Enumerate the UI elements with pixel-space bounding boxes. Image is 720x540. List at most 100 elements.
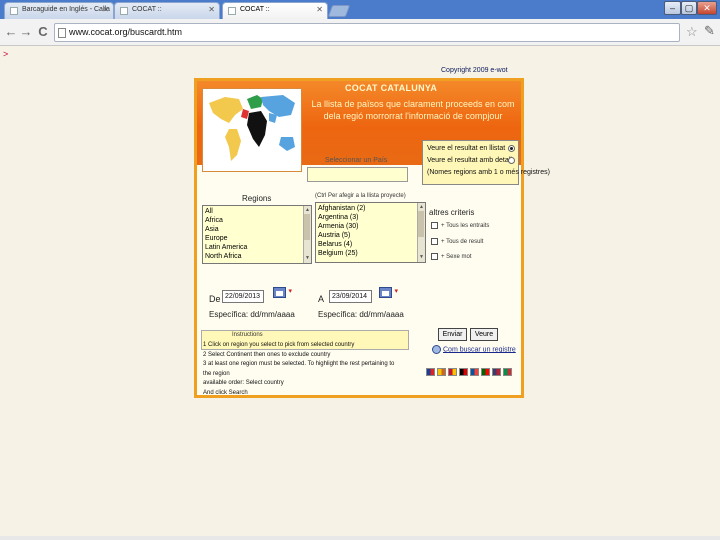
result-options-box: Veure el resultat en llistat Veure el re… bbox=[422, 140, 550, 185]
instruction-line: available order: Select country bbox=[203, 380, 284, 386]
minimize-button[interactable]: – bbox=[664, 1, 681, 15]
help-globe-icon bbox=[432, 345, 441, 354]
instruction-line: 1 Click on region you select to pick fro… bbox=[203, 342, 355, 348]
radio-detail-label: Veure el resultat amb detall bbox=[427, 157, 512, 164]
tab-cocat-2[interactable]: COCAT :: ✕ bbox=[222, 2, 328, 19]
search-button[interactable]: Enviar bbox=[438, 328, 467, 341]
list-item[interactable]: Austria (5) bbox=[318, 231, 423, 240]
flag-germany-icon[interactable] bbox=[459, 368, 468, 376]
new-tab-button[interactable] bbox=[327, 5, 351, 17]
page-icon bbox=[58, 28, 66, 38]
address-bar[interactable]: www.cocat.org/buscardt.htm bbox=[54, 23, 680, 42]
tab-label: Barcaguide en Inglés - Calla bbox=[22, 6, 110, 13]
maximize-button[interactable]: ▢ bbox=[681, 1, 697, 15]
checkbox-row[interactable]: + Tous les entraits bbox=[431, 222, 489, 229]
checkbox[interactable] bbox=[431, 222, 438, 229]
select-country-input[interactable] bbox=[307, 167, 408, 182]
panel-subtitle: La llista de països que clarament procee… bbox=[311, 99, 515, 121]
instruction-line: And click Search bbox=[203, 389, 248, 396]
instruction-line: 3 at least one region must be selected. … bbox=[203, 361, 395, 377]
checkbox-label: + Sexe mot bbox=[441, 254, 472, 261]
flag-spain-icon[interactable] bbox=[448, 368, 457, 376]
checkbox-label: + Tous les entraits bbox=[441, 223, 490, 230]
tab-cocat-1[interactable]: COCAT :: ✕ bbox=[114, 2, 220, 19]
instructions-text: 1 Click on region you select to pick fro… bbox=[203, 341, 403, 398]
browser-toolbar: ← → C www.cocat.org/buscardt.htm ☆ ✎ bbox=[0, 19, 720, 46]
flag-france-icon[interactable] bbox=[470, 368, 479, 376]
instruction-line: 2 Select Continent then ones to exclude … bbox=[203, 351, 331, 358]
tab-close-icon[interactable]: ✕ bbox=[316, 5, 323, 14]
countries-listbox[interactable]: Afghanistan (2) Argentina (3) Armenia (3… bbox=[315, 202, 426, 263]
url-text: www.cocat.org/buscardt.htm bbox=[69, 27, 183, 37]
radio-list-option[interactable]: Veure el resultat en llistat bbox=[427, 143, 518, 155]
scrollbar-thumb[interactable] bbox=[304, 214, 310, 240]
panel-title: COCAT CATALUNYA bbox=[345, 83, 438, 93]
tab-close-icon[interactable]: ✕ bbox=[102, 5, 109, 14]
scrollbar-thumb[interactable] bbox=[418, 211, 424, 237]
radio-detail-option[interactable]: Veure el resultat amb detall bbox=[427, 155, 518, 167]
regions-label: Regions bbox=[242, 194, 272, 203]
tab-close-icon[interactable]: ✕ bbox=[208, 5, 215, 14]
page-favicon-icon bbox=[10, 7, 18, 15]
browser-titlebar: Barcaguide en Inglés - Calla ✕ COCAT :: … bbox=[0, 0, 720, 19]
calendar-to-icon[interactable] bbox=[379, 287, 398, 298]
page-favicon-icon bbox=[228, 7, 236, 15]
list-item[interactable]: Afghanistan (2) bbox=[318, 204, 423, 213]
flag-portugal-icon[interactable] bbox=[481, 368, 490, 376]
radio-list-selected[interactable] bbox=[508, 145, 515, 152]
tab-label: COCAT :: bbox=[240, 6, 270, 13]
list-item[interactable]: All bbox=[205, 207, 309, 216]
tab-label: COCAT :: bbox=[132, 6, 162, 13]
from-date-input[interactable]: 22/09/2013 bbox=[222, 290, 264, 303]
to-date-label: A bbox=[318, 294, 325, 304]
close-window-button[interactable]: ✕ bbox=[697, 1, 717, 15]
checkbox[interactable] bbox=[431, 238, 438, 245]
checkbox-row[interactable]: + Tous de result bbox=[431, 238, 483, 245]
how-to-search-link[interactable]: Com buscar un registre bbox=[432, 345, 516, 354]
tab-barcaguide[interactable]: Barcaguide en Inglés - Calla ✕ bbox=[4, 2, 114, 19]
list-item[interactable]: Asia bbox=[205, 225, 309, 234]
status-strip bbox=[0, 536, 720, 540]
checkbox-label: + Tous de result bbox=[441, 239, 484, 246]
list-item[interactable]: Africa bbox=[205, 216, 309, 225]
page-favicon-icon bbox=[120, 7, 128, 15]
flag-catalonia-icon[interactable] bbox=[437, 368, 446, 376]
checkbox[interactable] bbox=[431, 253, 438, 260]
forward-arrow-icon[interactable]: → bbox=[19, 24, 33, 40]
list-item[interactable]: Argentina (3) bbox=[318, 213, 423, 222]
other-criteria-label: altres criteris bbox=[429, 208, 475, 217]
view-button[interactable]: Veure bbox=[470, 328, 498, 341]
list-item[interactable]: Belgium (25) bbox=[318, 249, 423, 258]
countries-scrollbar[interactable] bbox=[417, 203, 425, 262]
bookmark-star-icon[interactable]: ☆ bbox=[686, 24, 698, 40]
countries-note: (Ctrl Per afegir a la llista proyecte) bbox=[315, 193, 406, 199]
list-item[interactable]: Belarus (4) bbox=[318, 240, 423, 249]
back-arrow-icon[interactable]: ← bbox=[4, 24, 18, 40]
from-date-format: Específica: dd/mm/aaaa bbox=[209, 310, 295, 319]
list-item[interactable]: Armenia (30) bbox=[318, 222, 423, 231]
regions-listbox[interactable]: All Africa Asia Europe Latin America Nor… bbox=[202, 205, 312, 264]
instructions-title: Instructions bbox=[232, 332, 263, 338]
list-item[interactable]: Europe bbox=[205, 234, 309, 243]
flag-italy-icon[interactable] bbox=[503, 368, 512, 376]
regions-scrollbar[interactable] bbox=[303, 206, 311, 263]
wrench-menu-icon[interactable]: ✎ bbox=[704, 23, 715, 39]
list-item[interactable]: North Africa bbox=[205, 252, 309, 261]
flag-usa-icon[interactable] bbox=[492, 368, 501, 376]
prompt-mark: > bbox=[3, 49, 9, 59]
list-item[interactable]: Latin America bbox=[205, 243, 309, 252]
from-date-label: De bbox=[209, 294, 221, 304]
checkbox-row[interactable]: + Sexe mot bbox=[431, 253, 472, 260]
to-date-format: Específica: dd/mm/aaaa bbox=[318, 310, 404, 319]
search-panel: COCAT CATALUNYA La llista de països que … bbox=[194, 78, 550, 398]
regions-only-label: (Nomes regions amb 1 o més registres) bbox=[427, 169, 550, 176]
calendar-from-icon[interactable] bbox=[273, 287, 292, 298]
regions-only-note: (Nomes regions amb 1 o més registres) bbox=[427, 167, 550, 179]
how-to-search-label: Com buscar un registre bbox=[443, 346, 516, 354]
reload-icon[interactable]: C bbox=[36, 24, 50, 40]
to-date-input[interactable]: 23/09/2014 bbox=[329, 290, 372, 303]
radio-list-label: Veure el resultat en llistat bbox=[427, 145, 506, 152]
flag-uk-icon[interactable] bbox=[426, 368, 435, 376]
world-map-image[interactable] bbox=[202, 88, 302, 172]
radio-detail-unselected[interactable] bbox=[508, 157, 515, 164]
